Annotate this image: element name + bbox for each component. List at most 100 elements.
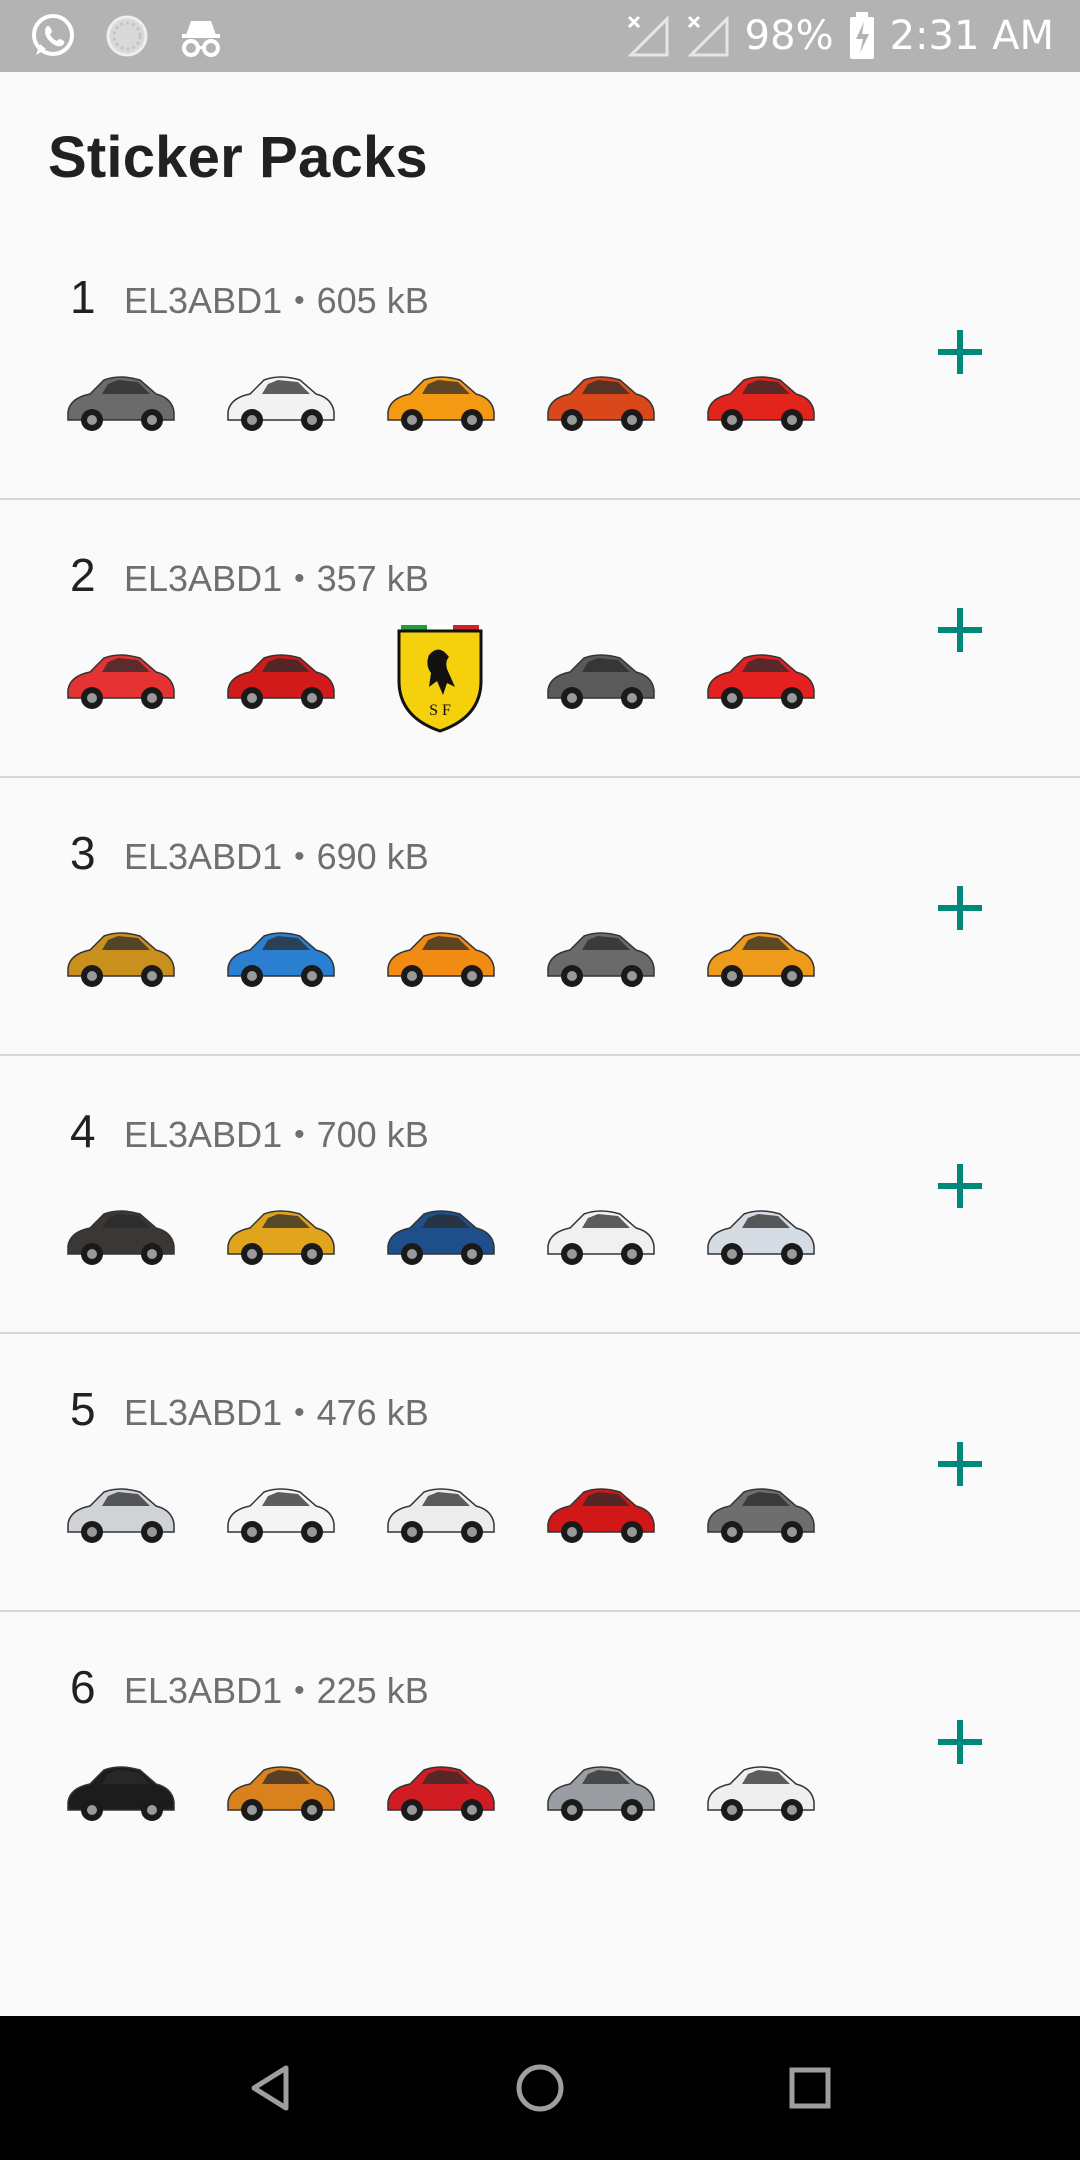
- yellow-aston-martin-sticker: [220, 1174, 340, 1294]
- sticker-previews: [60, 340, 820, 460]
- pack-meta: EL3ABD1 • 690 kB: [124, 836, 429, 878]
- sticker-previews: [60, 896, 820, 1016]
- status-bar: 98% 2:31 AM: [0, 0, 1080, 72]
- sticker-previews: [60, 1174, 820, 1294]
- sticker-pack-row[interactable]: 5 EL3ABD1 • 476 kB: [0, 1334, 1080, 1612]
- gray-reventon-sticker: [540, 896, 660, 1016]
- sticker-previews: [60, 1452, 820, 1572]
- orange-aventador-sticker: [540, 340, 660, 460]
- sticker-pack-row[interactable]: 2 EL3ABD1 • 357 kB S F: [0, 500, 1080, 778]
- separator-dot: •: [294, 284, 305, 317]
- red-ferrari-sticker: [60, 618, 180, 738]
- pack-size: 690 kB: [316, 836, 429, 877]
- silver-aston-martin-sticker: [700, 1174, 820, 1294]
- pack-size: 357 kB: [316, 558, 429, 599]
- blue-mercedes-sticker: [220, 896, 340, 1016]
- svg-text:S F: S F: [429, 702, 451, 719]
- sticker-pack-row[interactable]: 3 EL3ABD1 • 690 kB: [0, 778, 1080, 1056]
- red-f40-sticker: [700, 618, 820, 738]
- sticker-pack-list: 1 EL3ABD1 • 605 kB 2 EL3ABD1 • 357 kB S F 3 EL3ABD…: [0, 222, 1080, 1890]
- blue-aston-martin-sticker: [380, 1174, 500, 1294]
- add-to-whatsapp-button[interactable]: [928, 1710, 992, 1774]
- add-to-whatsapp-button[interactable]: [928, 598, 992, 662]
- pack-number: 3: [70, 827, 96, 879]
- white-audi-a1-sticker: [380, 1452, 500, 1572]
- pack-meta: EL3ABD1 • 225 kB: [124, 1670, 429, 1712]
- add-to-whatsapp-button[interactable]: [928, 1432, 992, 1496]
- sticker-pack-row[interactable]: 1 EL3ABD1 • 605 kB: [0, 222, 1080, 500]
- loading-circle-icon: [104, 13, 150, 59]
- clock: 2:31 AM: [889, 13, 1054, 59]
- add-to-whatsapp-button[interactable]: [928, 876, 992, 940]
- page-title: Sticker Packs: [48, 125, 428, 190]
- pack-meta: EL3ABD1 • 605 kB: [124, 280, 429, 322]
- battery-charging-icon: [848, 12, 876, 60]
- incognito-icon: [176, 11, 226, 61]
- sticker-pack-row[interactable]: 6 EL3ABD1 • 225 kB: [0, 1612, 1080, 1890]
- red-enzo-sticker: [220, 618, 340, 738]
- dark-aston-martin-sticker: [60, 1174, 180, 1294]
- ferrari-logo-sticker: S F: [380, 618, 500, 738]
- pack-publisher: EL3ABD1: [124, 280, 283, 321]
- pack-header: 4 EL3ABD1 • 700 kB: [70, 1104, 429, 1158]
- pack-number: 2: [70, 549, 96, 601]
- home-circle-icon[interactable]: [508, 2056, 572, 2120]
- pack-number: 6: [70, 1661, 96, 1713]
- pack-header: 6 EL3ABD1 • 225 kB: [70, 1660, 429, 1714]
- red-aventador-sticker: [700, 340, 820, 460]
- battery-percent: 98%: [744, 13, 834, 59]
- white-audi-a1-sticker: [700, 1730, 820, 1850]
- white-lamborghini-sticker: [220, 340, 340, 460]
- pack-meta: EL3ABD1 • 700 kB: [124, 1114, 429, 1156]
- pack-publisher: EL3ABD1: [124, 1392, 283, 1433]
- sticker-previews: S F: [60, 618, 820, 738]
- pack-number: 1: [70, 271, 96, 323]
- separator-dot: •: [294, 562, 305, 595]
- pack-size: 225 kB: [316, 1670, 429, 1711]
- pack-publisher: EL3ABD1: [124, 836, 283, 877]
- no-signal-icon: [625, 13, 671, 59]
- pack-header: 3 EL3ABD1 • 690 kB: [70, 826, 429, 880]
- pack-size: 700 kB: [316, 1114, 429, 1155]
- separator-dot: •: [294, 1674, 305, 1707]
- pack-number: 5: [70, 1383, 96, 1435]
- pack-size: 476 kB: [316, 1392, 429, 1433]
- orange-huracan-sticker: [380, 340, 500, 460]
- pack-meta: EL3ABD1 • 476 kB: [124, 1392, 429, 1434]
- sticker-pack-row[interactable]: 4 EL3ABD1 • 700 kB: [0, 1056, 1080, 1334]
- recents-square-icon[interactable]: [778, 2056, 842, 2120]
- pack-header: 5 EL3ABD1 • 476 kB: [70, 1382, 429, 1436]
- gray-audi-r8-sticker: [700, 1452, 820, 1572]
- gray-ferrari-sticker: [540, 618, 660, 738]
- pack-publisher: EL3ABD1: [124, 1670, 283, 1711]
- back-triangle-icon[interactable]: [238, 2056, 302, 2120]
- add-to-whatsapp-button[interactable]: [928, 1154, 992, 1218]
- orange-lamborghini-sticker: [380, 896, 500, 1016]
- whatsapp-icon: [28, 11, 78, 61]
- black-audi-tt-sticker: [60, 1730, 180, 1850]
- gold-renault-sticker: [60, 896, 180, 1016]
- red-audi-a1-sticker: [380, 1730, 500, 1850]
- separator-dot: •: [294, 840, 305, 873]
- gray-roadster-sticker: [60, 340, 180, 460]
- pack-header: 1 EL3ABD1 • 605 kB: [70, 270, 429, 324]
- add-to-whatsapp-button[interactable]: [928, 320, 992, 384]
- red-audi-tt-sticker: [540, 1452, 660, 1572]
- sticker-previews: [60, 1730, 820, 1850]
- silver-audi-r8-sticker: [540, 1730, 660, 1850]
- separator-dot: •: [294, 1118, 305, 1151]
- orange-gallardo-sticker: [700, 896, 820, 1016]
- separator-dot: •: [294, 1396, 305, 1429]
- no-signal-icon: [685, 13, 731, 59]
- orange-audi-q3-sticker: [220, 1730, 340, 1850]
- silver-audi-q3-sticker: [60, 1452, 180, 1572]
- pack-size: 605 kB: [316, 280, 429, 321]
- pack-number: 4: [70, 1105, 96, 1157]
- pack-publisher: EL3ABD1: [124, 1114, 283, 1155]
- white-audi-tt-sticker: [220, 1452, 340, 1572]
- pack-header: 2 EL3ABD1 • 357 kB: [70, 548, 429, 602]
- white-aston-martin-sticker: [540, 1174, 660, 1294]
- navigation-bar: [0, 2016, 1080, 2160]
- pack-meta: EL3ABD1 • 357 kB: [124, 558, 429, 600]
- pack-publisher: EL3ABD1: [124, 558, 283, 599]
